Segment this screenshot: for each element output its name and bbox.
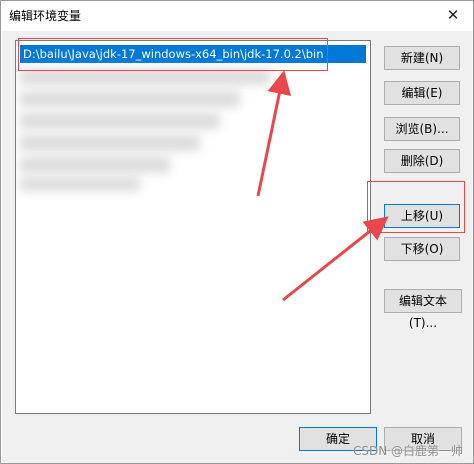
move-down-button[interactable]: 下移(O): [384, 237, 460, 261]
new-button[interactable]: 新建(N): [384, 46, 460, 70]
blurred-entry[interactable]: [20, 113, 220, 129]
edit-text-button[interactable]: 编辑文本(T)...: [384, 289, 462, 330]
blurred-entry[interactable]: [20, 69, 270, 85]
watermark: CSDN @白鹿第一帅: [352, 444, 463, 458]
browse-button[interactable]: 浏览(B)...: [384, 117, 460, 141]
blurred-entry[interactable]: [20, 91, 240, 107]
path-list[interactable]: D:\bailu\Java\jdk-17_windows-x64_bin\jdk…: [15, 40, 371, 414]
dialog-body: D:\bailu\Java\jdk-17_windows-x64_bin\jdk…: [2, 31, 473, 463]
delete-button[interactable]: 删除(D): [384, 149, 460, 173]
blurred-entry[interactable]: [20, 135, 200, 151]
blurred-entry[interactable]: [20, 177, 140, 191]
close-icon[interactable]: ✕: [439, 3, 467, 27]
dialog-title: 编辑环境变量: [9, 9, 82, 23]
list-item-selected[interactable]: D:\bailu\Java\jdk-17_windows-x64_bin\jdk…: [20, 45, 366, 63]
edit-button[interactable]: 编辑(E): [384, 81, 460, 105]
title-bar[interactable]: 编辑环境变量 ✕: [1, 1, 473, 31]
edit-env-variable-dialog: 编辑环境变量 ✕ D:\bailu\Java\jdk-17_windows-x6…: [0, 0, 474, 464]
move-up-button[interactable]: 上移(U): [384, 204, 460, 228]
blurred-entry[interactable]: [20, 157, 170, 173]
